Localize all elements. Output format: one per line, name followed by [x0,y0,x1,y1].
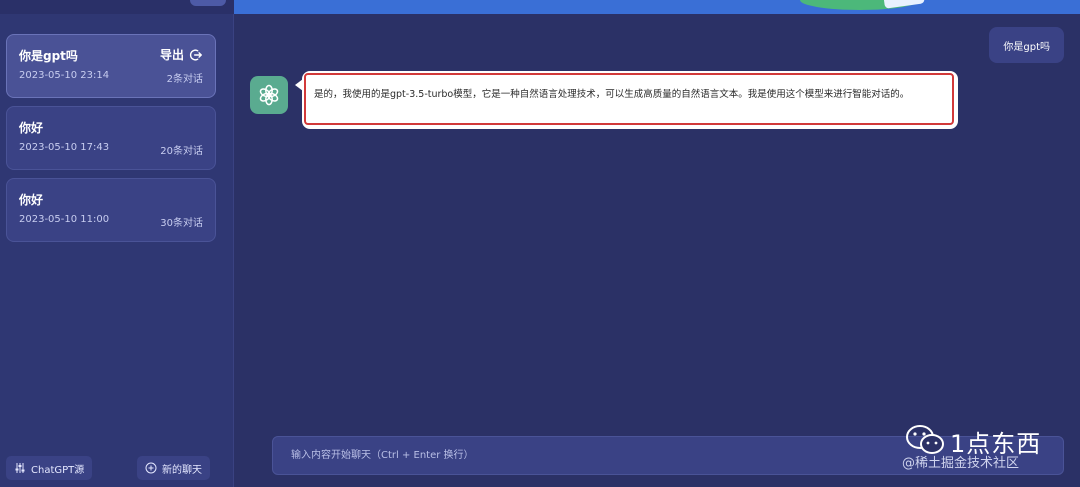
session-item-active[interactable]: 你是gpt吗 导出 2023-05-10 23:14 2条对话 [6,34,216,98]
header-banner [234,0,1080,14]
session-title: 你好 [19,121,44,135]
chatgpt-source-button[interactable]: ChatGPT源 [6,456,93,480]
bot-message-text: 是的，我使用的是gpt-3.5-turbo模型，它是一种自然语言处理技术，可以生… [314,89,910,100]
chat-input-box[interactable] [272,436,1064,475]
plus-circle-icon [145,462,157,474]
chat-input[interactable] [273,437,1063,474]
banner-decoration [883,0,925,9]
export-icon [189,49,202,60]
session-count: 2条对话 [166,74,203,85]
bot-avatar [250,76,288,114]
session-item[interactable]: 你好 2023-05-10 11:00 30条对话 [6,178,216,242]
session-title: 你是gpt吗 [19,49,78,63]
session-date: 2023-05-10 23:14 [19,70,110,81]
export-label: 导出 [159,48,184,62]
chatgpt-source-label: ChatGPT源 [31,464,85,476]
sidebar: 你是gpt吗 导出 2023-05-10 23:14 2条对话 你好 2023-… [0,0,234,487]
new-chat-button[interactable]: 新的聊天 [137,456,210,480]
session-count: 20条对话 [160,146,203,157]
session-item[interactable]: 你好 2023-05-10 17:43 20条对话 [6,106,216,170]
session-date: 2023-05-10 17:43 [19,142,110,153]
session-count: 30条对话 [160,218,203,229]
session-title: 你好 [19,193,44,207]
sidebar-top-strip [0,0,234,14]
session-date: 2023-05-10 11:00 [19,214,110,225]
user-message-bubble: 你是gpt吗 [989,27,1064,63]
openai-logo-icon [259,84,279,106]
export-button[interactable]: 导出 [160,46,203,63]
chat-panel: 你是gpt吗 是的，我使用的是gpt-3.5-turbo模型，它是一种自然语言处… [234,0,1080,487]
sliders-icon [15,463,25,473]
bot-message-bubble: 是的，我使用的是gpt-3.5-turbo模型，它是一种自然语言处理技术，可以生… [295,71,958,129]
new-chat-label: 新的聊天 [162,464,202,476]
